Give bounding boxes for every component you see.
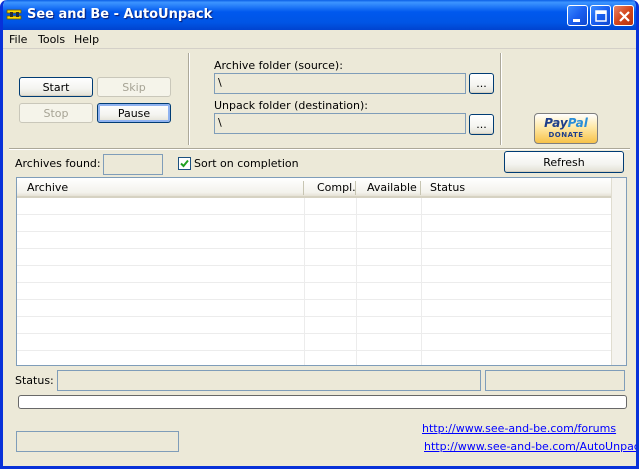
- table-row[interactable]: [17, 249, 612, 266]
- browse-source-button[interactable]: ...: [469, 73, 494, 94]
- table-row[interactable]: [17, 198, 612, 215]
- status-secondary-field: [485, 370, 625, 391]
- main-window: See and Be - AutoUnpack File Tools Help …: [0, 0, 639, 469]
- column-divider[interactable]: [303, 181, 304, 195]
- destination-folder-field[interactable]: \: [214, 113, 466, 134]
- browse-destination-button[interactable]: ...: [469, 114, 494, 135]
- table-row[interactable]: [17, 351, 612, 365]
- menu-bar: File Tools Help: [3, 30, 636, 49]
- archive-list-header: Archive Compl. Available Status: [17, 178, 612, 198]
- status-label: Status:: [15, 374, 54, 387]
- refresh-button[interactable]: Refresh: [504, 151, 624, 173]
- start-button[interactable]: Start: [19, 77, 93, 97]
- window-title: See and Be - AutoUnpack: [27, 7, 213, 22]
- table-row[interactable]: [17, 266, 612, 283]
- archive-list[interactable]: Archive Compl. Available Status: [16, 177, 627, 366]
- column-status[interactable]: Status: [426, 178, 469, 198]
- paypal-donate-label: DONATE: [548, 131, 584, 139]
- checkmark-icon: [180, 159, 189, 168]
- close-icon: [619, 11, 630, 22]
- table-row[interactable]: [17, 283, 612, 300]
- stop-button[interactable]: Stop: [19, 103, 93, 123]
- source-folder-label: Archive folder (source):: [214, 59, 343, 72]
- column-divider[interactable]: [420, 181, 421, 195]
- separator-horizontal: [9, 148, 630, 150]
- column-archive[interactable]: Archive: [23, 178, 72, 198]
- progress-bar: [18, 395, 627, 409]
- source-folder-field[interactable]: \: [214, 73, 466, 94]
- table-row[interactable]: [17, 300, 612, 317]
- menu-help[interactable]: Help: [74, 33, 99, 46]
- table-row[interactable]: [17, 317, 612, 334]
- list-scrollbar-track[interactable]: [611, 178, 626, 365]
- forums-link[interactable]: http://www.see-and-be.com/forums: [422, 422, 616, 435]
- sort-on-completion-label[interactable]: Sort on completion: [194, 157, 299, 170]
- sort-on-completion-checkbox[interactable]: [178, 157, 191, 170]
- title-bar[interactable]: See and Be - AutoUnpack: [3, 0, 636, 30]
- close-button[interactable]: [613, 5, 634, 26]
- minimize-button[interactable]: [567, 5, 588, 26]
- paypal-donate-button[interactable]: PayPal DONATE: [534, 113, 598, 144]
- paypal-logo-pay: Pay: [544, 116, 568, 130]
- table-row[interactable]: [17, 215, 612, 232]
- pause-button[interactable]: Pause: [97, 103, 171, 123]
- grid-line: [421, 198, 422, 365]
- maximize-button[interactable]: [590, 5, 611, 26]
- table-row[interactable]: [17, 334, 612, 351]
- separator-left: [188, 53, 190, 145]
- footer-field: [16, 431, 179, 452]
- paypal-logo-pal: Pal: [567, 116, 588, 130]
- skip-button[interactable]: Skip: [97, 77, 171, 97]
- menu-file[interactable]: File: [9, 33, 27, 46]
- separator-right: [500, 53, 502, 145]
- grid-line: [356, 198, 357, 365]
- app-icon: [6, 9, 22, 20]
- destination-folder-label: Unpack folder (destination):: [214, 99, 369, 112]
- grid-line: [304, 198, 305, 365]
- archives-found-field: [103, 154, 163, 175]
- column-available[interactable]: Available: [363, 178, 421, 198]
- maximize-icon: [595, 10, 607, 22]
- paypal-logo: PayPal: [535, 116, 597, 130]
- column-divider[interactable]: [355, 181, 356, 195]
- column-compl[interactable]: Compl.: [313, 178, 360, 198]
- archives-found-label: Archives found:: [15, 157, 101, 170]
- table-row[interactable]: [17, 232, 612, 249]
- status-field: [57, 370, 481, 391]
- menu-tools[interactable]: Tools: [38, 33, 65, 46]
- minimize-icon: [573, 19, 580, 22]
- autounpack-link[interactable]: http://www.see-and-be.com/AutoUnpack: [424, 440, 636, 453]
